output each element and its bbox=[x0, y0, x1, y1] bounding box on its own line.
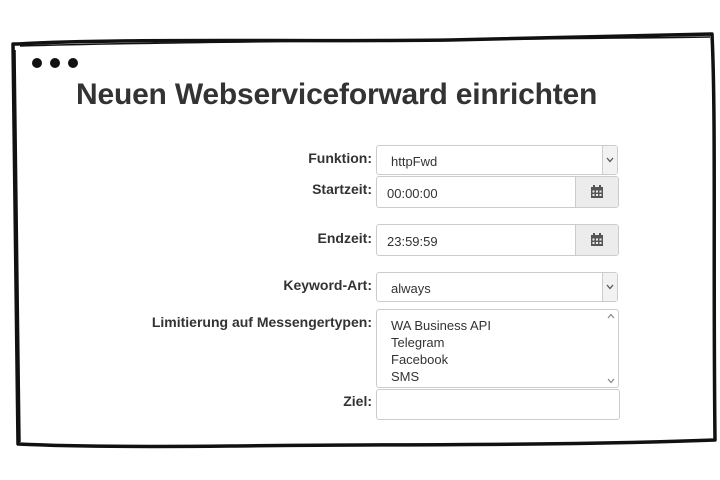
page-title: Neuen Webserviceforward einrichten bbox=[76, 78, 598, 111]
funktion-value: httpFwd bbox=[391, 154, 438, 169]
window-dot-icon bbox=[50, 58, 60, 68]
calendar-icon bbox=[591, 185, 603, 198]
list-item[interactable]: SMS bbox=[391, 368, 419, 385]
funktion-select[interactable]: httpFwd bbox=[376, 145, 618, 175]
keyword-art-value: always bbox=[391, 281, 431, 296]
chevron-down-icon[interactable] bbox=[602, 146, 617, 174]
startzeit-calendar-button[interactable] bbox=[575, 177, 618, 207]
window-dot-icon bbox=[32, 58, 42, 68]
messengertypen-label: Limitierung auf Messengertypen: bbox=[151, 314, 372, 330]
messengertypen-listbox[interactable]: WA Business API Telegram Facebook SMS bbox=[376, 309, 619, 388]
keyword-art-select[interactable]: always bbox=[376, 272, 618, 302]
scroll-down-icon[interactable] bbox=[607, 378, 615, 384]
scroll-up-icon[interactable] bbox=[607, 313, 615, 319]
ziel-label: Ziel: bbox=[343, 393, 372, 409]
window-dot-icon bbox=[68, 58, 78, 68]
list-item[interactable]: Facebook bbox=[391, 351, 448, 368]
endzeit-label: Endzeit: bbox=[317, 230, 372, 246]
funktion-label: Funktion: bbox=[308, 150, 372, 166]
startzeit-input[interactable]: 00:00:00 bbox=[376, 176, 619, 208]
keyword-art-label: Keyword-Art: bbox=[283, 277, 372, 293]
startzeit-value: 00:00:00 bbox=[387, 186, 438, 201]
window-controls bbox=[32, 58, 78, 68]
listbox-scrollbar[interactable] bbox=[605, 311, 617, 386]
endzeit-input[interactable]: 23:59:59 bbox=[376, 224, 619, 256]
ziel-input[interactable] bbox=[376, 389, 620, 420]
endzeit-value: 23:59:59 bbox=[387, 234, 438, 249]
list-item[interactable]: WA Business API bbox=[391, 317, 491, 334]
startzeit-label: Startzeit: bbox=[312, 181, 372, 197]
list-item[interactable]: Telegram bbox=[391, 334, 444, 351]
calendar-icon bbox=[591, 233, 603, 246]
chevron-down-icon[interactable] bbox=[602, 273, 617, 301]
endzeit-calendar-button[interactable] bbox=[575, 225, 618, 255]
